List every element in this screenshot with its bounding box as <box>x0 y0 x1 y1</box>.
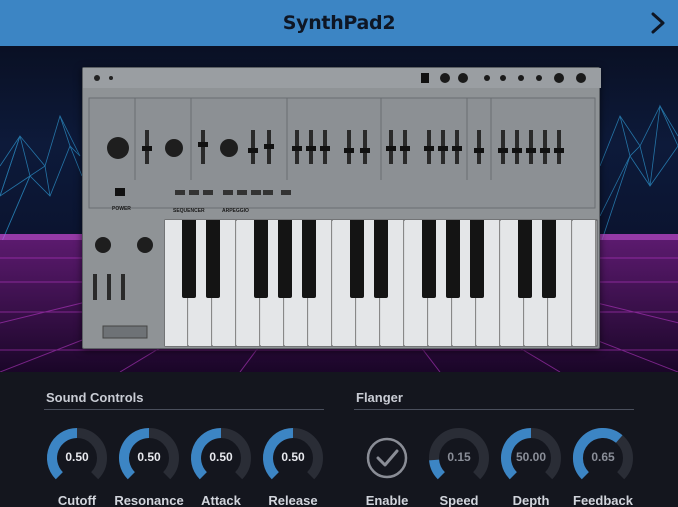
sound-knob-attack[interactable]: 0.50 Attack <box>189 426 253 507</box>
knob-label: Release <box>268 493 318 507</box>
knob-value: 0.65 <box>591 450 615 464</box>
sound-knob-resonance[interactable]: 0.50 Resonance <box>114 426 184 507</box>
knob-value: 0.50 <box>281 450 305 464</box>
knob-value: 0.50 <box>209 450 233 464</box>
piano-black-key[interactable] <box>181 220 197 299</box>
flanger-divider <box>354 409 634 410</box>
sound-knob-release[interactable]: 0.50 Release <box>261 426 325 507</box>
sound-knob-cutoff[interactable]: 0.50 Cutoff <box>45 426 109 507</box>
sound-controls-divider <box>44 409 324 410</box>
synth-sequencer-label: SEQUENCER <box>173 208 205 214</box>
knob-value: 0.15 <box>447 450 471 464</box>
flanger-knob-feedback[interactable]: 0.65 Feedback <box>571 426 635 507</box>
controls-panel: Sound Controls Flanger 0.50 Cutoff 0.50 Res… <box>0 372 678 507</box>
synth-power-label: POWER <box>112 206 131 212</box>
app-header: SynthPad2 <box>0 0 678 46</box>
flanger-enable-toggle[interactable]: Enable <box>355 426 419 507</box>
piano-black-key[interactable] <box>421 220 437 299</box>
synth-arpeggio-label: ARPEGGIO <box>222 208 249 214</box>
chevron-right-icon[interactable] <box>644 8 672 38</box>
knob-value: 0.50 <box>137 450 161 464</box>
app-title: SynthPad2 <box>282 12 396 34</box>
piano-black-key[interactable] <box>469 220 485 299</box>
synthwave-background: POWER SEQUENCER ARPEGGIO <box>0 46 678 372</box>
piano-black-key[interactable] <box>349 220 365 299</box>
piano-black-key[interactable] <box>277 220 293 299</box>
sound-controls-heading: Sound Controls <box>46 390 144 405</box>
piano-black-key[interactable] <box>253 220 269 299</box>
piano-black-key[interactable] <box>205 220 221 299</box>
piano-black-key[interactable] <box>445 220 461 299</box>
piano-black-key[interactable] <box>517 220 533 299</box>
knob-value: 0.50 <box>65 450 89 464</box>
piano-black-key[interactable] <box>373 220 389 299</box>
knob-value: 50.00 <box>515 450 547 464</box>
flanger-knob-speed[interactable]: 0.15 Speed <box>427 426 491 507</box>
synthesizer-device: POWER SEQUENCER ARPEGGIO <box>82 67 601 349</box>
piano-black-key[interactable] <box>541 220 557 299</box>
flanger-knob-depth[interactable]: 50.00 Depth <box>499 426 563 507</box>
piano-keyboard[interactable] <box>165 220 597 346</box>
flanger-heading: Flanger <box>356 390 403 405</box>
piano-black-key[interactable] <box>301 220 317 299</box>
piano-white-key[interactable] <box>573 220 596 346</box>
knob-label: Feedback <box>573 493 633 507</box>
